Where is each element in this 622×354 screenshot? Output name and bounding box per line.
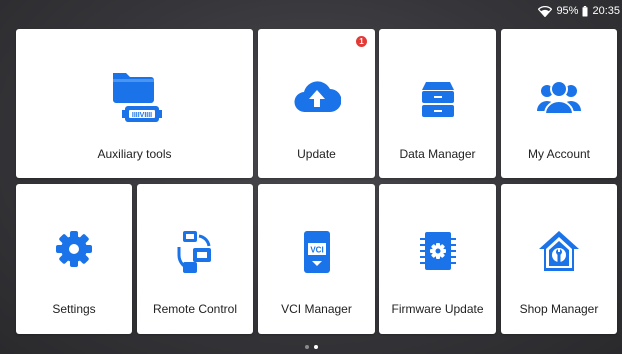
tile-update[interactable]: 1 Update bbox=[258, 29, 375, 178]
tile-vci-manager[interactable]: VCI VCI Manager bbox=[258, 184, 375, 334]
tile-my-account[interactable]: My Account bbox=[501, 29, 617, 178]
cloud-upload-icon bbox=[293, 79, 341, 120]
remote-sync-icon bbox=[173, 229, 217, 280]
tile-data-manager[interactable]: Data Manager bbox=[379, 29, 496, 178]
svg-text:IIIIVIIII: IIIIVIIII bbox=[131, 112, 151, 119]
status-bar: 95% 20:35 bbox=[538, 0, 622, 22]
tile-label: Firmware Update bbox=[391, 302, 484, 316]
house-wrench-icon bbox=[537, 229, 581, 280]
battery-icon bbox=[582, 5, 588, 17]
clock: 20:35 bbox=[592, 5, 620, 17]
tile-label: Settings bbox=[52, 302, 96, 316]
vci-icon: VCI bbox=[300, 229, 334, 280]
users-icon bbox=[536, 79, 582, 120]
tile-firmware-update[interactable]: Firmware Update bbox=[379, 184, 496, 334]
tile-label: Auxiliary tools bbox=[97, 147, 172, 161]
tile-remote-control[interactable]: Remote Control bbox=[137, 184, 253, 334]
tile-label: Remote Control bbox=[152, 302, 238, 316]
tile-auxiliary-tools[interactable]: IIIIVIIII Auxiliary tools bbox=[16, 29, 253, 178]
wifi-icon bbox=[538, 5, 553, 17]
folder-connector-icon: IIIIVIIII bbox=[105, 69, 165, 132]
battery-percent: 95% bbox=[556, 5, 579, 17]
tile-label: VCI Manager bbox=[281, 302, 352, 316]
tile-shop-manager[interactable]: Shop Manager bbox=[501, 184, 617, 334]
tile-label: Update bbox=[297, 147, 336, 161]
chip-gear-icon bbox=[419, 229, 457, 278]
tile-label: Shop Manager bbox=[519, 302, 599, 316]
page-dot[interactable] bbox=[304, 345, 309, 349]
gear-icon bbox=[54, 229, 94, 274]
tile-label: Data Manager bbox=[399, 147, 476, 161]
notification-badge: 1 bbox=[356, 36, 367, 47]
page-indicator bbox=[0, 345, 622, 349]
svg-text:VCI: VCI bbox=[310, 246, 323, 255]
filing-cabinet-icon bbox=[418, 79, 458, 124]
page-dot-active[interactable] bbox=[313, 345, 318, 349]
tile-settings[interactable]: Settings bbox=[16, 184, 132, 334]
tile-label: My Account bbox=[527, 147, 591, 161]
